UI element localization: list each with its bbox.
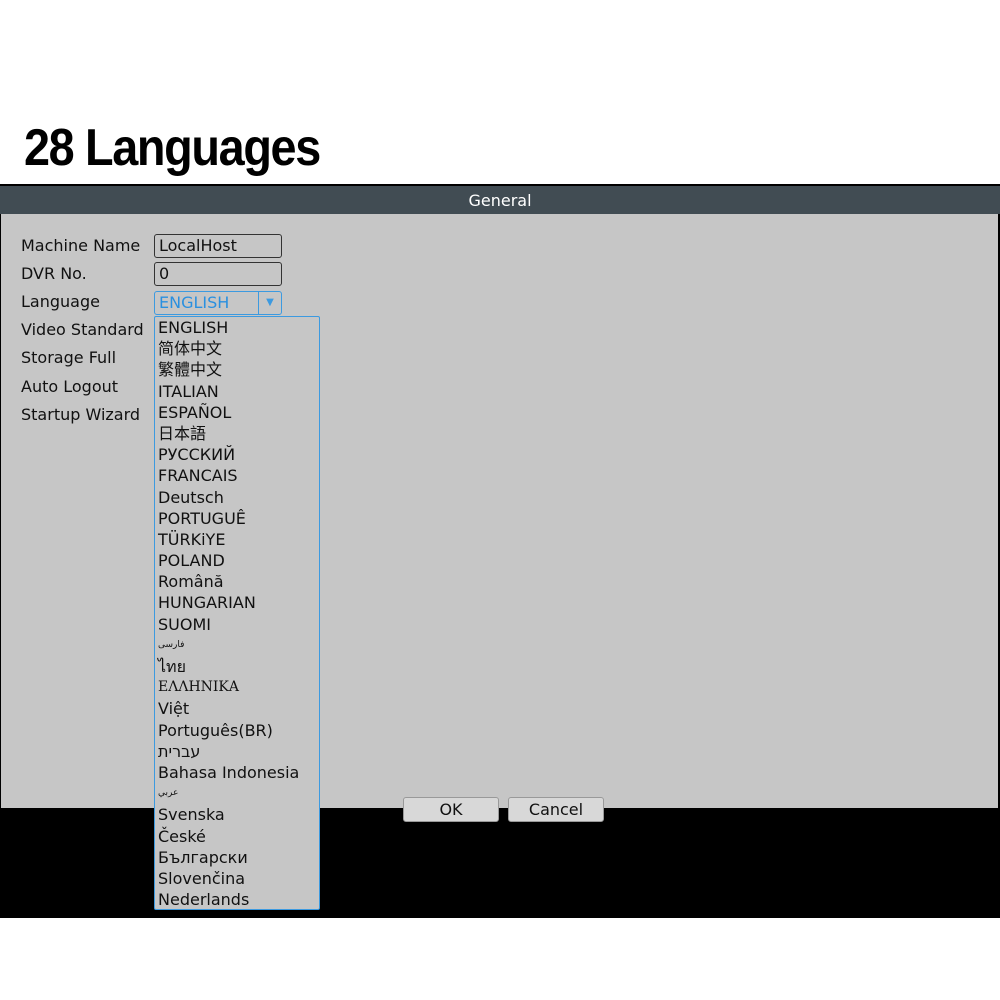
language-option[interactable]: ITALIAN bbox=[155, 381, 319, 402]
language-option[interactable]: POLAND bbox=[155, 550, 319, 571]
startup-wizard-label: Startup Wizard bbox=[21, 405, 141, 424]
language-select[interactable]: ENGLISH ▼ bbox=[154, 291, 282, 315]
auto-logout-label: Auto Logout bbox=[21, 377, 119, 396]
machine-name-label: Machine Name bbox=[21, 236, 141, 255]
language-option[interactable]: Svenska bbox=[155, 804, 319, 825]
language-option[interactable]: فارسی bbox=[155, 635, 319, 656]
language-option[interactable]: Português(BR) bbox=[155, 720, 319, 741]
language-option[interactable]: České bbox=[155, 826, 319, 847]
language-value: ENGLISH bbox=[159, 293, 230, 312]
language-option[interactable]: עברית bbox=[155, 741, 319, 762]
language-option[interactable]: 简体中文 bbox=[155, 338, 319, 359]
language-option[interactable]: PORTUGUÊ bbox=[155, 508, 319, 529]
cancel-button[interactable]: Cancel bbox=[508, 797, 604, 822]
language-option[interactable]: Română bbox=[155, 571, 319, 592]
language-dropdown-list[interactable]: ENGLISH 简体中文 繁體中文 ITALIAN ESPAÑOL 日本語 РУССКИЙ F… bbox=[154, 316, 320, 910]
language-label: Language bbox=[21, 292, 100, 311]
language-option[interactable]: Việt bbox=[155, 698, 319, 719]
language-option[interactable]: Nederlands bbox=[155, 889, 319, 910]
storage-full-label: Storage Full bbox=[21, 348, 117, 367]
language-option[interactable]: Deutsch bbox=[155, 487, 319, 508]
language-option[interactable]: TÜRKiYE bbox=[155, 529, 319, 550]
triangle-down-icon[interactable]: ▼ bbox=[258, 292, 281, 314]
page-headline: 28 Languages bbox=[24, 119, 321, 177]
language-option[interactable]: عربي bbox=[155, 783, 319, 804]
language-option[interactable]: ENGLISH bbox=[155, 317, 319, 338]
language-option[interactable]: ΕΛΛΗΝΙΚΑ bbox=[155, 677, 319, 698]
language-option[interactable]: РУССКИЙ bbox=[155, 444, 319, 465]
video-standard-label: Video Standard bbox=[21, 320, 144, 339]
dvr-no-input[interactable]: 0 bbox=[154, 262, 282, 286]
general-dialog: General OK Cancel bbox=[0, 184, 1000, 918]
language-option[interactable]: 日本語 bbox=[155, 423, 319, 444]
language-option[interactable]: Bahasa Indonesia bbox=[155, 762, 319, 783]
dvr-no-label: DVR No. bbox=[21, 264, 87, 283]
ok-button[interactable]: OK bbox=[403, 797, 499, 822]
language-option[interactable]: ไทย bbox=[155, 656, 319, 677]
language-option[interactable]: ESPAÑOL bbox=[155, 402, 319, 423]
dialog-title: General bbox=[0, 186, 1000, 214]
language-option[interactable]: FRANCAIS bbox=[155, 465, 319, 486]
language-option[interactable]: SUOMI bbox=[155, 614, 319, 635]
language-option[interactable]: Български bbox=[155, 847, 319, 868]
language-option[interactable]: 繁體中文 bbox=[155, 359, 319, 380]
language-option[interactable]: Slovenčina bbox=[155, 868, 319, 889]
dialog-panel: OK Cancel bbox=[1, 214, 998, 822]
language-option[interactable]: HUNGARIAN bbox=[155, 592, 319, 613]
machine-name-input[interactable]: LocalHost bbox=[154, 234, 282, 258]
